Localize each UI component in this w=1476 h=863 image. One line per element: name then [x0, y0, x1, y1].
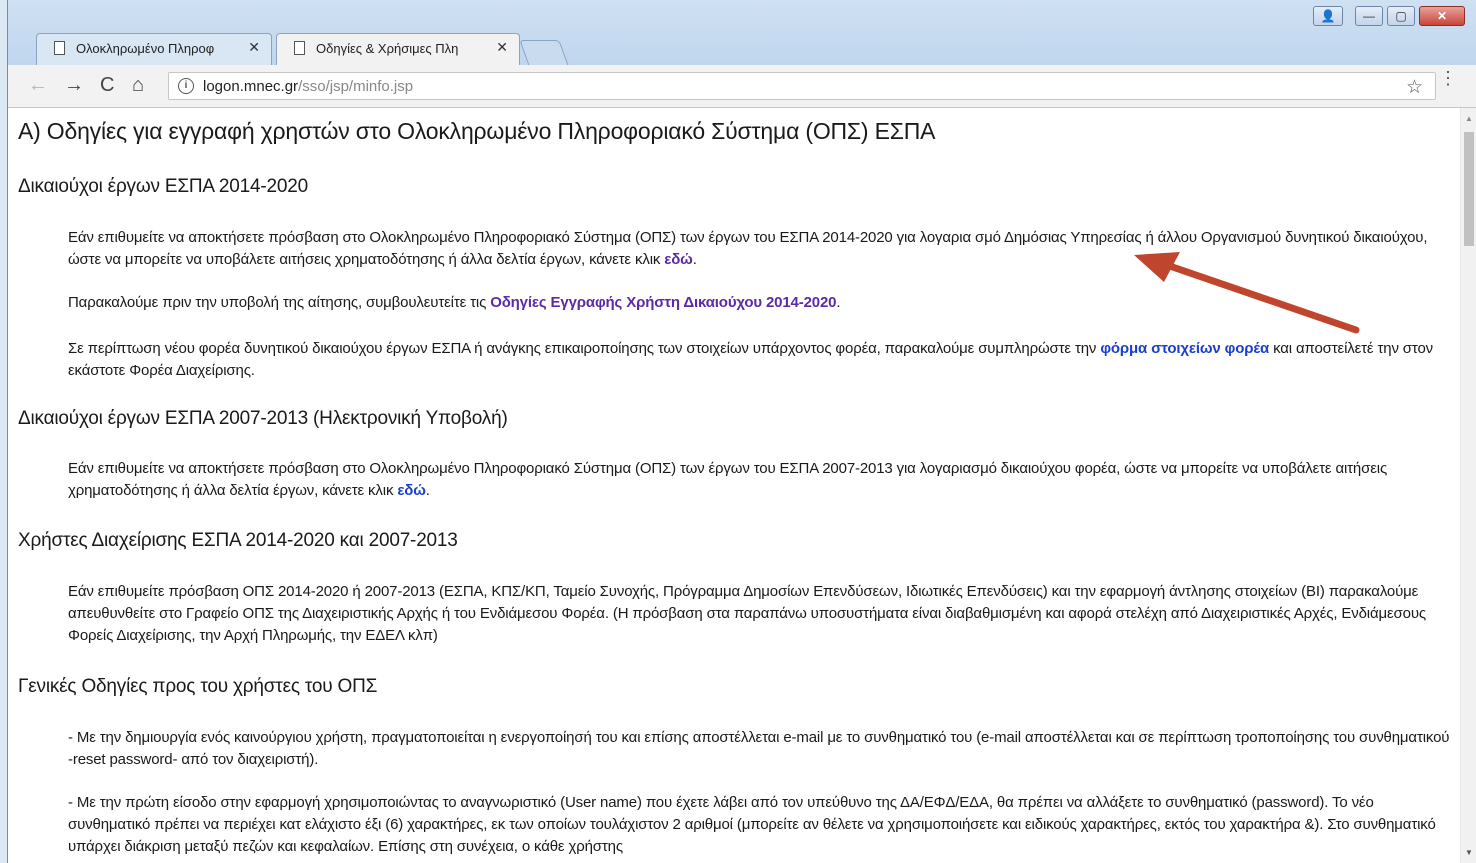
body-form-link[interactable]: φόρμα στοιχείων φορέα — [1100, 340, 1269, 357]
close-icon[interactable]: ✕ — [496, 39, 508, 56]
text: . — [425, 482, 430, 499]
text: Σε περίπτωση νέου φορέα δυνητικού δικαιο… — [68, 340, 1101, 357]
vertical-scrollbar[interactable]: ▲ ▼ — [1460, 108, 1476, 863]
title-bar: Ολοκληρωμένο Πληροφ ✕ Οδηγίες & Χρήσιμες… — [8, 0, 1476, 72]
tab-odigies[interactable]: Οδηγίες & Χρήσιμες Πλη ✕ — [276, 33, 520, 65]
red-arrow-annotation — [1134, 252, 1360, 334]
url-host: logon.mnec.gr — [203, 78, 299, 95]
scrollbar-thumb[interactable] — [1464, 132, 1474, 246]
paragraph-new-user: - Με την δημιουργία ενός καινούργιου χρή… — [68, 729, 1450, 768]
url-text: logon.mnec.gr/sso/jsp/minfo.jsp — [203, 78, 413, 95]
reload-icon[interactable]: C — [100, 74, 114, 97]
section-title-general: Γενικές Οδηγίες προς του χρήστες του ΟΠΣ — [18, 676, 378, 697]
page-icon — [54, 41, 65, 55]
minimize-button[interactable]: — — [1355, 6, 1383, 26]
section-title-espa-2007: Δικαιούχοι έργων ΕΣΠΑ 2007-2013 (Ηλεκτρο… — [18, 408, 508, 429]
section-title-espa-2014: Δικαιούχοι έργων ΕΣΠΑ 2014-2020 — [18, 176, 308, 197]
paragraph-management: Εάν επιθυμείτε πρόσβαση ΟΠΣ 2014-2020 ή … — [68, 583, 1426, 644]
tab-label: Οδηγίες & Χρήσιμες Πλη — [316, 41, 459, 56]
browser-toolbar: ← → C ⌂ i logon.mnec.gr/sso/jsp/minfo.js… — [8, 65, 1476, 108]
close-window-button[interactable]: ✕ — [1419, 6, 1465, 26]
back-icon[interactable]: ← — [28, 74, 48, 97]
paragraph-access-2007: Εάν επιθυμείτε να αποκτήσετε πρόσβαση στ… — [68, 458, 1453, 502]
window-controls: 👤 — ▢ ✕ — [1313, 6, 1465, 26]
menu-icon[interactable]: ⋮ — [1439, 69, 1457, 87]
instructions-link[interactable]: Οδηγίες Εγγραφής Χρήστη Δικαιούχου 2014-… — [490, 294, 836, 311]
scroll-up-icon[interactable]: ▲ — [1465, 114, 1473, 123]
text: Εάν επιθυμείτε να αποκτήσετε πρόσβαση στ… — [68, 460, 1388, 499]
info-icon[interactable]: i — [178, 78, 194, 94]
new-tab-button[interactable] — [519, 40, 569, 66]
text: . — [692, 251, 697, 268]
text: . — [836, 294, 841, 311]
home-icon[interactable]: ⌂ — [132, 74, 144, 97]
browser-window: Ολοκληρωμένο Πληροφ ✕ Οδηγίες & Χρήσιμες… — [7, 0, 1476, 863]
here-link[interactable]: εδώ — [664, 251, 693, 268]
address-bar[interactable]: i logon.mnec.gr/sso/jsp/minfo.jsp ☆ — [168, 72, 1436, 100]
forward-icon[interactable]: → — [64, 74, 84, 97]
here-link[interactable]: εδώ — [397, 482, 426, 499]
user-icon[interactable]: 👤 — [1313, 6, 1343, 26]
tab-olokliromeno[interactable]: Ολοκληρωμένο Πληροφ ✕ — [36, 33, 272, 65]
paragraph-first-login: - Με την πρώτη είσοδο στην εφαρμογή χρησ… — [68, 794, 1436, 855]
url-path: /sso/jsp/minfo.jsp — [298, 78, 414, 95]
section-title-management-users: Χρήστες Διαχείρισης ΕΣΠΑ 2014-2020 και 2… — [18, 530, 458, 551]
close-icon[interactable]: ✕ — [248, 39, 260, 56]
page-title: Α) Οδηγίες για εγγραφή χρηστών στο Ολοκλ… — [18, 118, 936, 144]
star-icon[interactable]: ☆ — [1406, 76, 1423, 99]
text: Παρακαλούμε πριν την υποβολή της αίτησης… — [68, 294, 491, 311]
tab-label: Ολοκληρωμένο Πληροφ — [76, 41, 215, 56]
page-content: Α) Οδηγίες για εγγραφή χρηστών στο Ολοκλ… — [8, 108, 1460, 863]
page-icon — [294, 41, 305, 55]
scroll-down-icon[interactable]: ▼ — [1465, 848, 1473, 857]
maximize-button[interactable]: ▢ — [1387, 6, 1415, 26]
paragraph-new-body: Σε περίπτωση νέου φορέα δυνητικού δικαιο… — [68, 338, 1453, 382]
